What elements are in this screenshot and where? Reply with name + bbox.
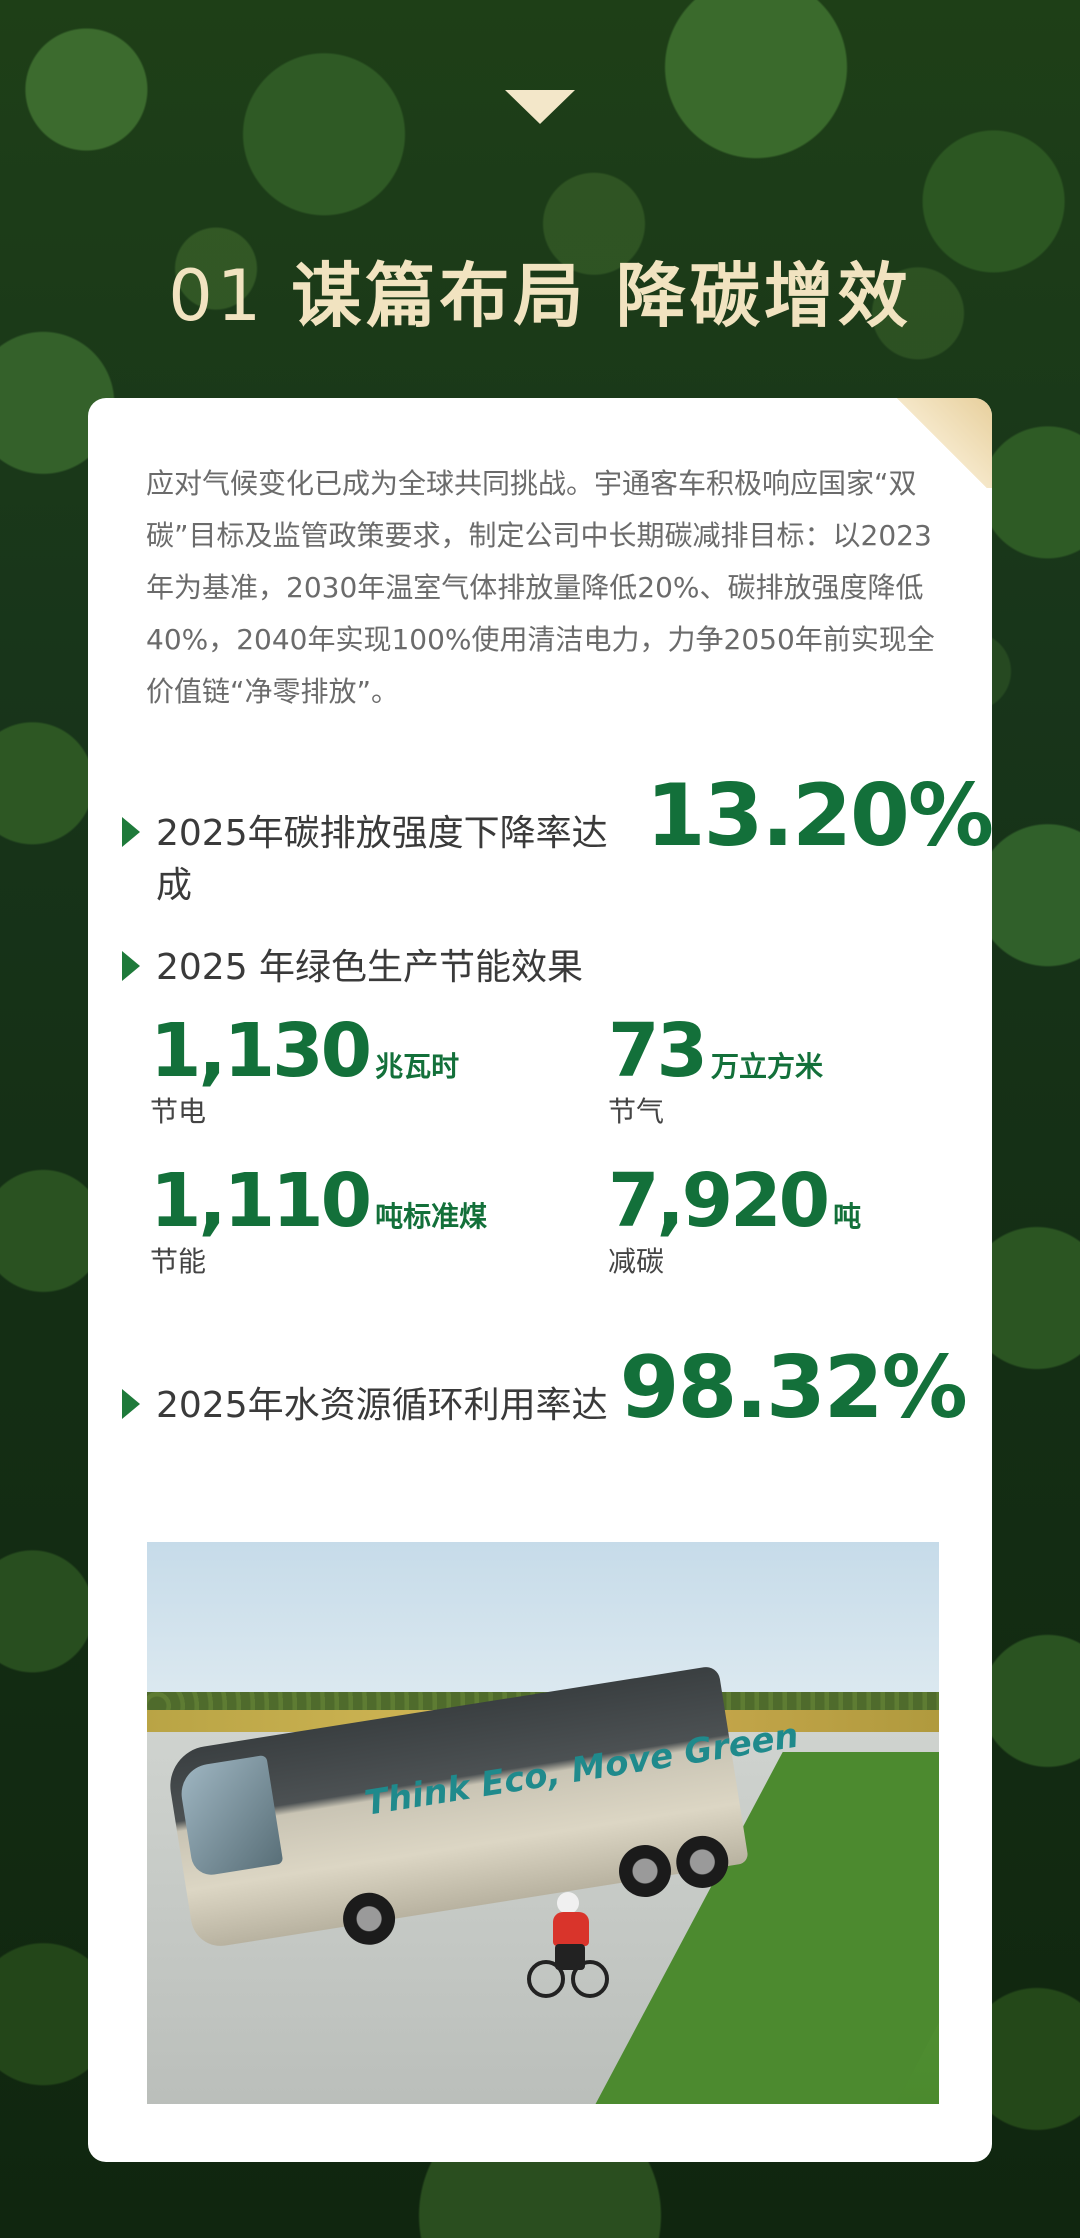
metric-carbon: 7,920 吨 减碳 [608,1158,861,1280]
triangle-bullet-icon [122,817,140,847]
carbon-intensity-stat: 2025年碳排放强度下降率达成 13.20% [122,766,992,908]
carbon-intensity-value: 13.20% [645,766,992,866]
section-title: 01 谋篇布局 降碳增效 [0,240,1080,341]
metric-unit: 万立方米 [710,1050,823,1083]
metric-energy: 1,110 吨标准煤 节能 [150,1158,487,1280]
cyclist [527,1892,609,2002]
metric-value: 7,920 [608,1158,830,1244]
intro-paragraph: 应对气候变化已成为全球共同挑战。宇通客车积极响应国家“双碳”目标及监管政策要求，… [146,467,935,708]
metric-unit: 吨标准煤 [375,1200,488,1233]
water-recycling-value: 98.32% [619,1338,968,1438]
metric-value: 1,110 [150,1158,372,1244]
metric-caption: 节能 [150,1245,207,1278]
water-recycling-label: 2025年水资源循环利用率达 [156,1385,608,1426]
head [557,1892,579,1914]
metric-value: 73 [608,1008,708,1094]
content-card: 应对气候变化已成为全球共同挑战。宇通客车积极响应国家“双碳”目标及监管政策要求，… [88,398,992,2162]
w2 [571,1960,609,1998]
metric-caption: 节电 [150,1095,207,1128]
metric-electricity: 1,130 兆瓦时 节电 [150,1008,459,1130]
section-number: 01 [168,255,266,337]
metric-unit: 吨 [833,1200,862,1233]
carbon-intensity-label: 2025年碳排放强度下降率达成 [156,813,608,906]
metric-caption: 节气 [608,1095,665,1128]
metric-unit: 兆瓦时 [375,1050,460,1083]
metric-value: 1,130 [150,1008,372,1094]
bus-windshield [177,1754,284,1878]
w1 [527,1960,565,1998]
bus-photo: Think Eco, Move Green [147,1542,939,2104]
torso [553,1912,589,1946]
triangle-bullet-icon [122,1389,140,1419]
green-production-heading: 2025 年绿色生产节能效果 [122,938,583,990]
triangle-bullet-icon [122,951,140,981]
down-arrow-icon [505,90,575,124]
metric-caption: 减碳 [608,1245,665,1278]
section-heading: 谋篇布局 降碳增效 [291,255,912,337]
metric-gas: 73 万立方米 节气 [608,1008,823,1130]
green-production-title: 2025 年绿色生产节能效果 [156,947,584,988]
water-recycling-stat: 2025年水资源循环利用率达 98.32% [122,1338,968,1438]
